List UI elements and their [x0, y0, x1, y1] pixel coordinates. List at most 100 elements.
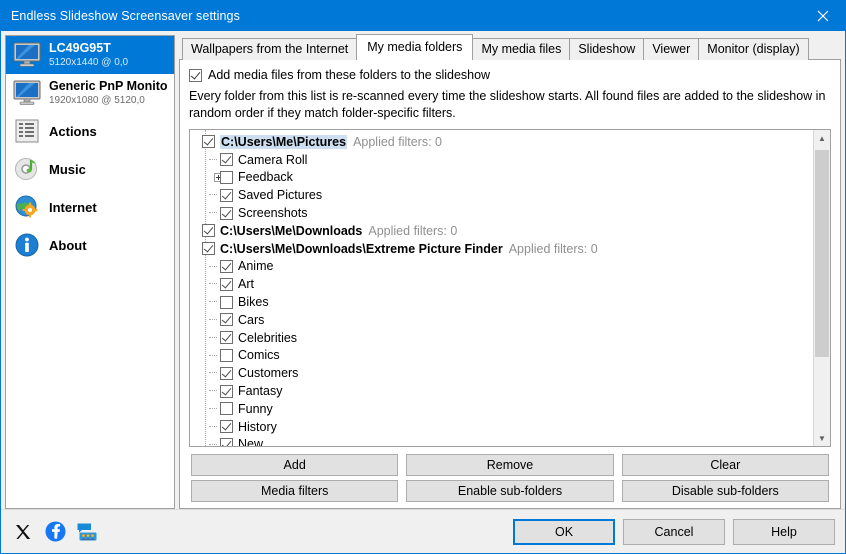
tree-label: C:\Users\Me\Pictures [220, 134, 348, 149]
footer-bar: OK Cancel Help [1, 509, 845, 553]
tree-label: Camera Roll [238, 152, 308, 167]
tree-filters-label: Applied filters: 0 [368, 223, 458, 238]
add-media-files-checkbox-row[interactable]: Add media files from these folders to th… [189, 68, 831, 82]
facebook-icon[interactable] [43, 520, 67, 544]
tree-row[interactable]: Cars [192, 311, 813, 329]
tree-label: Customers [238, 366, 299, 381]
tab-my-media-folders[interactable]: My media folders [356, 34, 474, 60]
sidebar: LC49G95T 5120x1440 @ 0,0 Generic PnP Mon… [5, 35, 175, 509]
tree-checkbox[interactable] [220, 295, 233, 309]
disable-sub-folders-button[interactable]: Disable sub-folders [621, 480, 829, 502]
sidebar-item-actions[interactable]: Actions [6, 112, 174, 150]
tree-connector [209, 336, 217, 338]
tree-checkbox[interactable] [220, 366, 233, 380]
forum-icon[interactable] [75, 520, 99, 544]
tree-vertical-scrollbar[interactable]: ▲ ▼ [813, 130, 830, 446]
close-button[interactable] [800, 1, 845, 31]
tab-viewer[interactable]: Viewer [643, 38, 700, 60]
enable-sub-folders-button[interactable]: Enable sub-folders [406, 480, 614, 502]
tab-panel-my-media-folders: Add media files from these folders to th… [179, 59, 841, 509]
tree-connector [209, 407, 217, 409]
tree-checkbox[interactable] [220, 331, 233, 345]
tree-row[interactable]: Art [192, 275, 813, 293]
tree-connector [209, 390, 217, 392]
tree-checkbox[interactable] [220, 420, 233, 434]
sidebar-item-about[interactable]: About [6, 226, 174, 264]
tree-row[interactable]: C:\Users\Me\Downloads\Extreme Picture Fi… [192, 240, 813, 258]
tree-checkbox[interactable] [220, 153, 233, 167]
sidebar-item-music[interactable]: Music [6, 150, 174, 188]
tree-row[interactable]: Comics [192, 347, 813, 365]
tree-row[interactable]: C:\Users\Me\Pictures Applied filters: 0 [192, 133, 813, 151]
tree-label: Feedback [238, 170, 293, 185]
tree-row[interactable]: Celebrities [192, 329, 813, 347]
tree-checkbox[interactable] [202, 135, 215, 149]
tree-checkbox[interactable] [220, 206, 233, 220]
music-disc-icon [12, 154, 42, 184]
scrollbar-track[interactable] [814, 146, 830, 430]
tree-row[interactable]: Customers [192, 364, 813, 382]
tree-checkbox[interactable] [220, 384, 233, 398]
tree-row[interactable]: Bikes [192, 293, 813, 311]
tree-checkbox[interactable] [202, 224, 215, 238]
tree-row[interactable]: Fantasy [192, 382, 813, 400]
tree-label: Bikes [238, 295, 269, 310]
tree-row[interactable]: Feedback [192, 169, 813, 187]
tree-label: C:\Users\Me\Downloads\Extreme Picture Fi… [220, 241, 503, 256]
scrollbar-thumb[interactable] [815, 150, 829, 358]
sidebar-item-label: Actions [49, 123, 97, 139]
tree-connector [209, 372, 217, 374]
folder-tree[interactable]: C:\Users\Me\Pictures Applied filters: 0 … [190, 130, 813, 446]
tree-connector [209, 354, 217, 356]
tree-connector [209, 158, 217, 160]
sidebar-item-title: Generic PnP Monitor [49, 79, 168, 93]
tree-row[interactable]: Saved Pictures [192, 186, 813, 204]
tree-row[interactable]: C:\Users\Me\Downloads Applied filters: 0 [192, 222, 813, 240]
tree-checkbox[interactable] [220, 188, 233, 202]
ok-button[interactable]: OK [513, 518, 615, 545]
tree-label: Saved Pictures [238, 188, 323, 203]
cancel-button[interactable]: Cancel [623, 518, 725, 545]
tree-checkbox[interactable] [220, 437, 233, 446]
tree-row[interactable]: Screenshots [192, 204, 813, 222]
tree-row[interactable]: Funny [192, 400, 813, 418]
x-twitter-icon[interactable] [11, 520, 35, 544]
dialog-buttons: OK Cancel Help [513, 518, 835, 545]
tree-checkbox[interactable] [220, 277, 233, 291]
clear-button[interactable]: Clear [621, 454, 829, 476]
folder-tree-container: C:\Users\Me\Pictures Applied filters: 0 … [189, 129, 831, 447]
tree-checkbox[interactable] [202, 242, 215, 256]
tree-row[interactable]: Camera Roll [192, 151, 813, 169]
list-icon [12, 116, 42, 146]
scroll-up-icon[interactable]: ▲ [814, 130, 830, 146]
tree-checkbox[interactable] [220, 402, 233, 416]
add-media-files-checkbox[interactable] [189, 68, 202, 82]
sidebar-item-internet[interactable]: Internet [6, 188, 174, 226]
add-button[interactable]: Add [191, 454, 399, 476]
media-filters-button[interactable]: Media filters [191, 480, 399, 502]
tree-connector [209, 283, 217, 285]
sidebar-item-generic-pnp-monitor[interactable]: Generic PnP Monitor 1920x1080 @ 5120,0 [6, 74, 174, 112]
tree-checkbox[interactable] [220, 313, 233, 327]
tree-filters-label: Applied filters: 0 [353, 134, 442, 149]
tree-row[interactable]: New [192, 436, 813, 446]
tab-my-media-files[interactable]: My media files [472, 38, 571, 60]
sidebar-item-lc49g95t[interactable]: LC49G95T 5120x1440 @ 0,0 [6, 36, 174, 74]
remove-button[interactable]: Remove [406, 454, 614, 476]
tab-wallpapers-from-the-internet[interactable]: Wallpapers from the Internet [182, 38, 358, 60]
tree-row[interactable]: Anime [192, 258, 813, 276]
sidebar-item-subtitle: 5120x1440 @ 0,0 [49, 56, 129, 68]
tab-monitor-display[interactable]: Monitor (display) [698, 38, 809, 60]
tree-label: C:\Users\Me\Downloads [220, 223, 363, 238]
tree-checkbox[interactable] [220, 348, 233, 362]
folder-action-buttons: Add Remove Clear Media filters Enable su… [189, 447, 831, 502]
tree-checkbox[interactable] [220, 170, 233, 184]
tab-slideshow[interactable]: Slideshow [569, 38, 645, 60]
scroll-down-icon[interactable]: ▼ [814, 430, 830, 446]
tree-checkbox[interactable] [220, 259, 233, 273]
tree-row[interactable]: History [192, 418, 813, 436]
tree-connector [209, 425, 217, 427]
tree-connector [209, 318, 217, 320]
help-button[interactable]: Help [733, 518, 835, 545]
tree-connector [209, 301, 217, 303]
